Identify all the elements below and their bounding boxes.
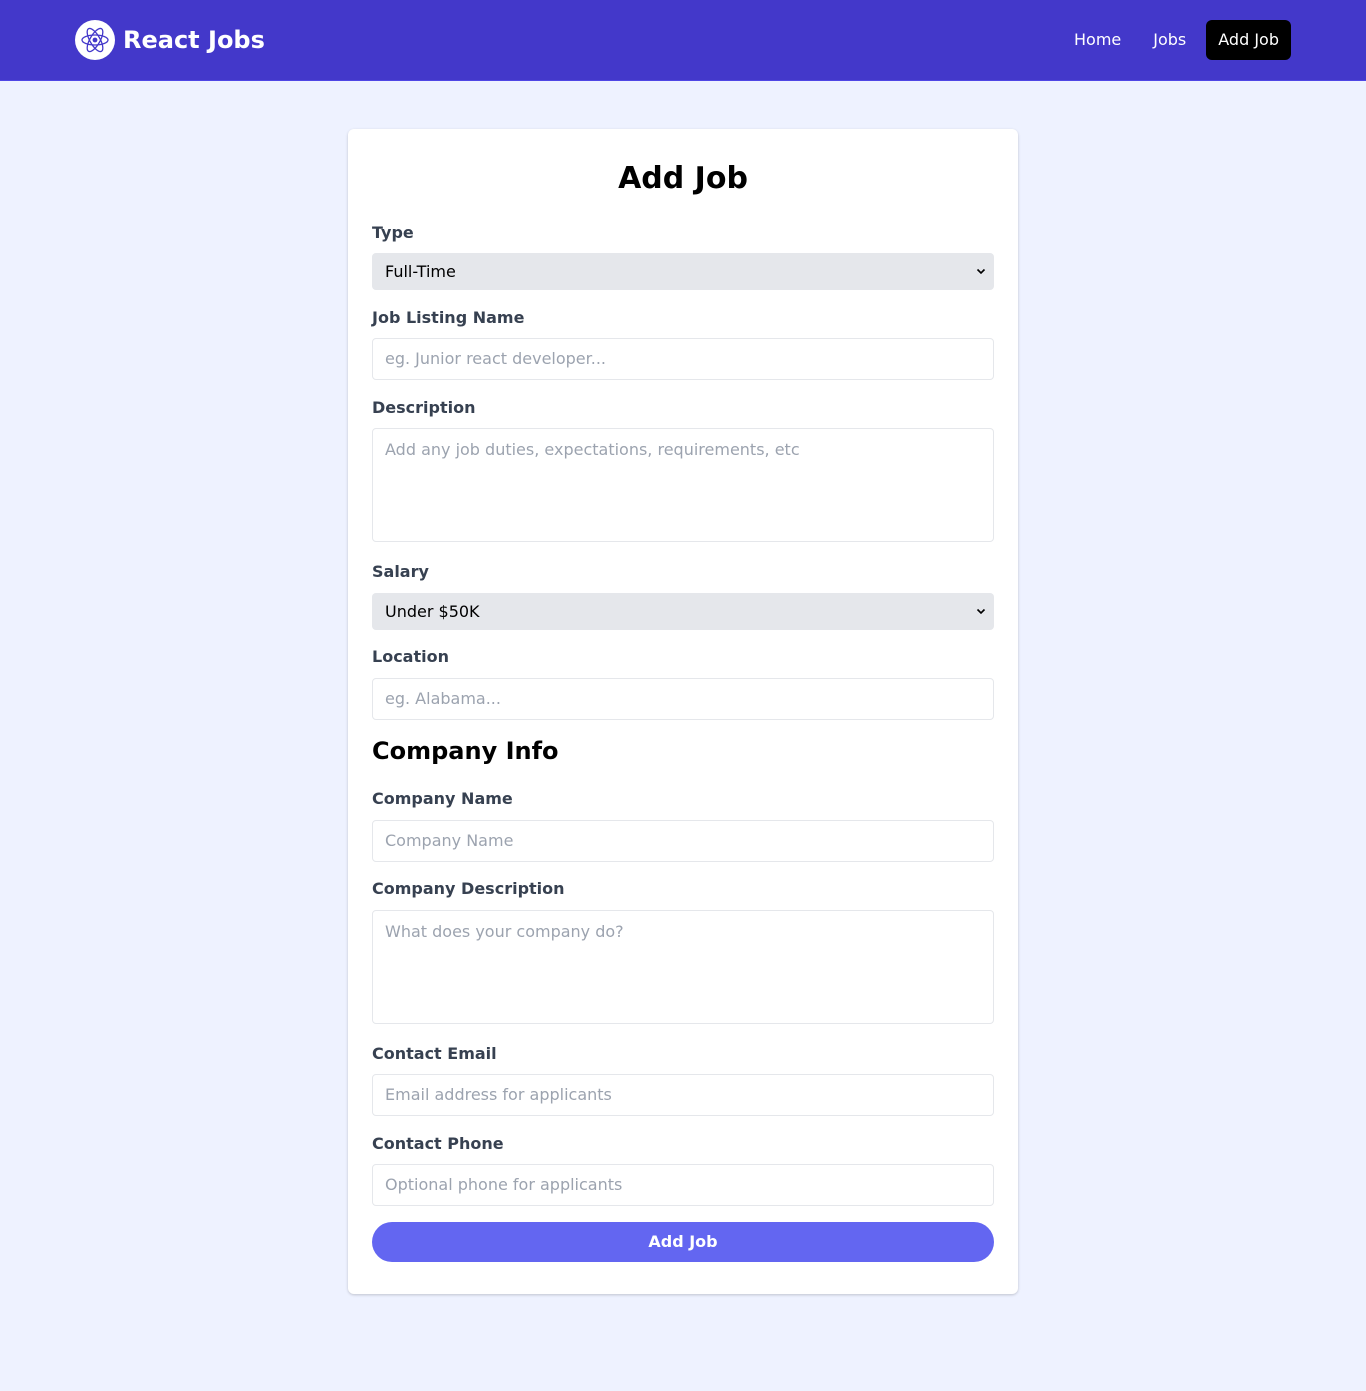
contact-phone-input[interactable]: Optional phone for applicants <box>372 1164 994 1206</box>
chevron-down-icon <box>976 253 986 290</box>
nav-link-jobs[interactable]: Jobs <box>1141 20 1198 60</box>
add-job-form: Add Job Type Full-Time Job Listing Name … <box>348 129 1018 1294</box>
add-job-submit-button[interactable]: Add Job <box>372 1222 994 1262</box>
react-atom-icon <box>75 20 115 60</box>
location-input[interactable]: eg. Alabama... <box>372 678 994 720</box>
brand-link[interactable]: React Jobs <box>75 20 265 60</box>
type-label: Type <box>372 223 414 242</box>
description-textarea[interactable]: Add any job duties, expectations, requir… <box>372 428 994 542</box>
company-name-input[interactable]: Company Name <box>372 820 994 862</box>
brand-name: React Jobs <box>123 26 265 54</box>
company-description-label: Company Description <box>372 879 565 898</box>
contact-email-label: Contact Email <box>372 1044 497 1063</box>
location-label: Location <box>372 647 449 666</box>
salary-label: Salary <box>372 562 429 581</box>
job-listing-name-label: Job Listing Name <box>372 308 525 327</box>
form-title: Add Job <box>618 161 748 196</box>
salary-select-value: Under $50K <box>385 602 480 621</box>
navbar: React Jobs Home Jobs Add Job <box>0 0 1366 81</box>
contact-email-input[interactable]: Email address for applicants <box>372 1074 994 1116</box>
salary-select[interactable]: Under $50K <box>372 593 994 630</box>
chevron-down-icon <box>976 593 986 630</box>
job-listing-name-input[interactable]: eg. Junior react developer... <box>372 338 994 380</box>
company-name-label: Company Name <box>372 789 513 808</box>
contact-phone-label: Contact Phone <box>372 1134 504 1153</box>
company-info-heading: Company Info <box>372 737 559 765</box>
description-label: Description <box>372 398 476 417</box>
company-description-textarea[interactable]: What does your company do? <box>372 910 994 1024</box>
nav-link-home[interactable]: Home <box>1062 20 1133 60</box>
nav-links: Home Jobs Add Job <box>1054 20 1291 60</box>
type-select-value: Full-Time <box>385 262 456 281</box>
nav-link-add-job[interactable]: Add Job <box>1206 20 1291 60</box>
type-select[interactable]: Full-Time <box>372 253 994 290</box>
